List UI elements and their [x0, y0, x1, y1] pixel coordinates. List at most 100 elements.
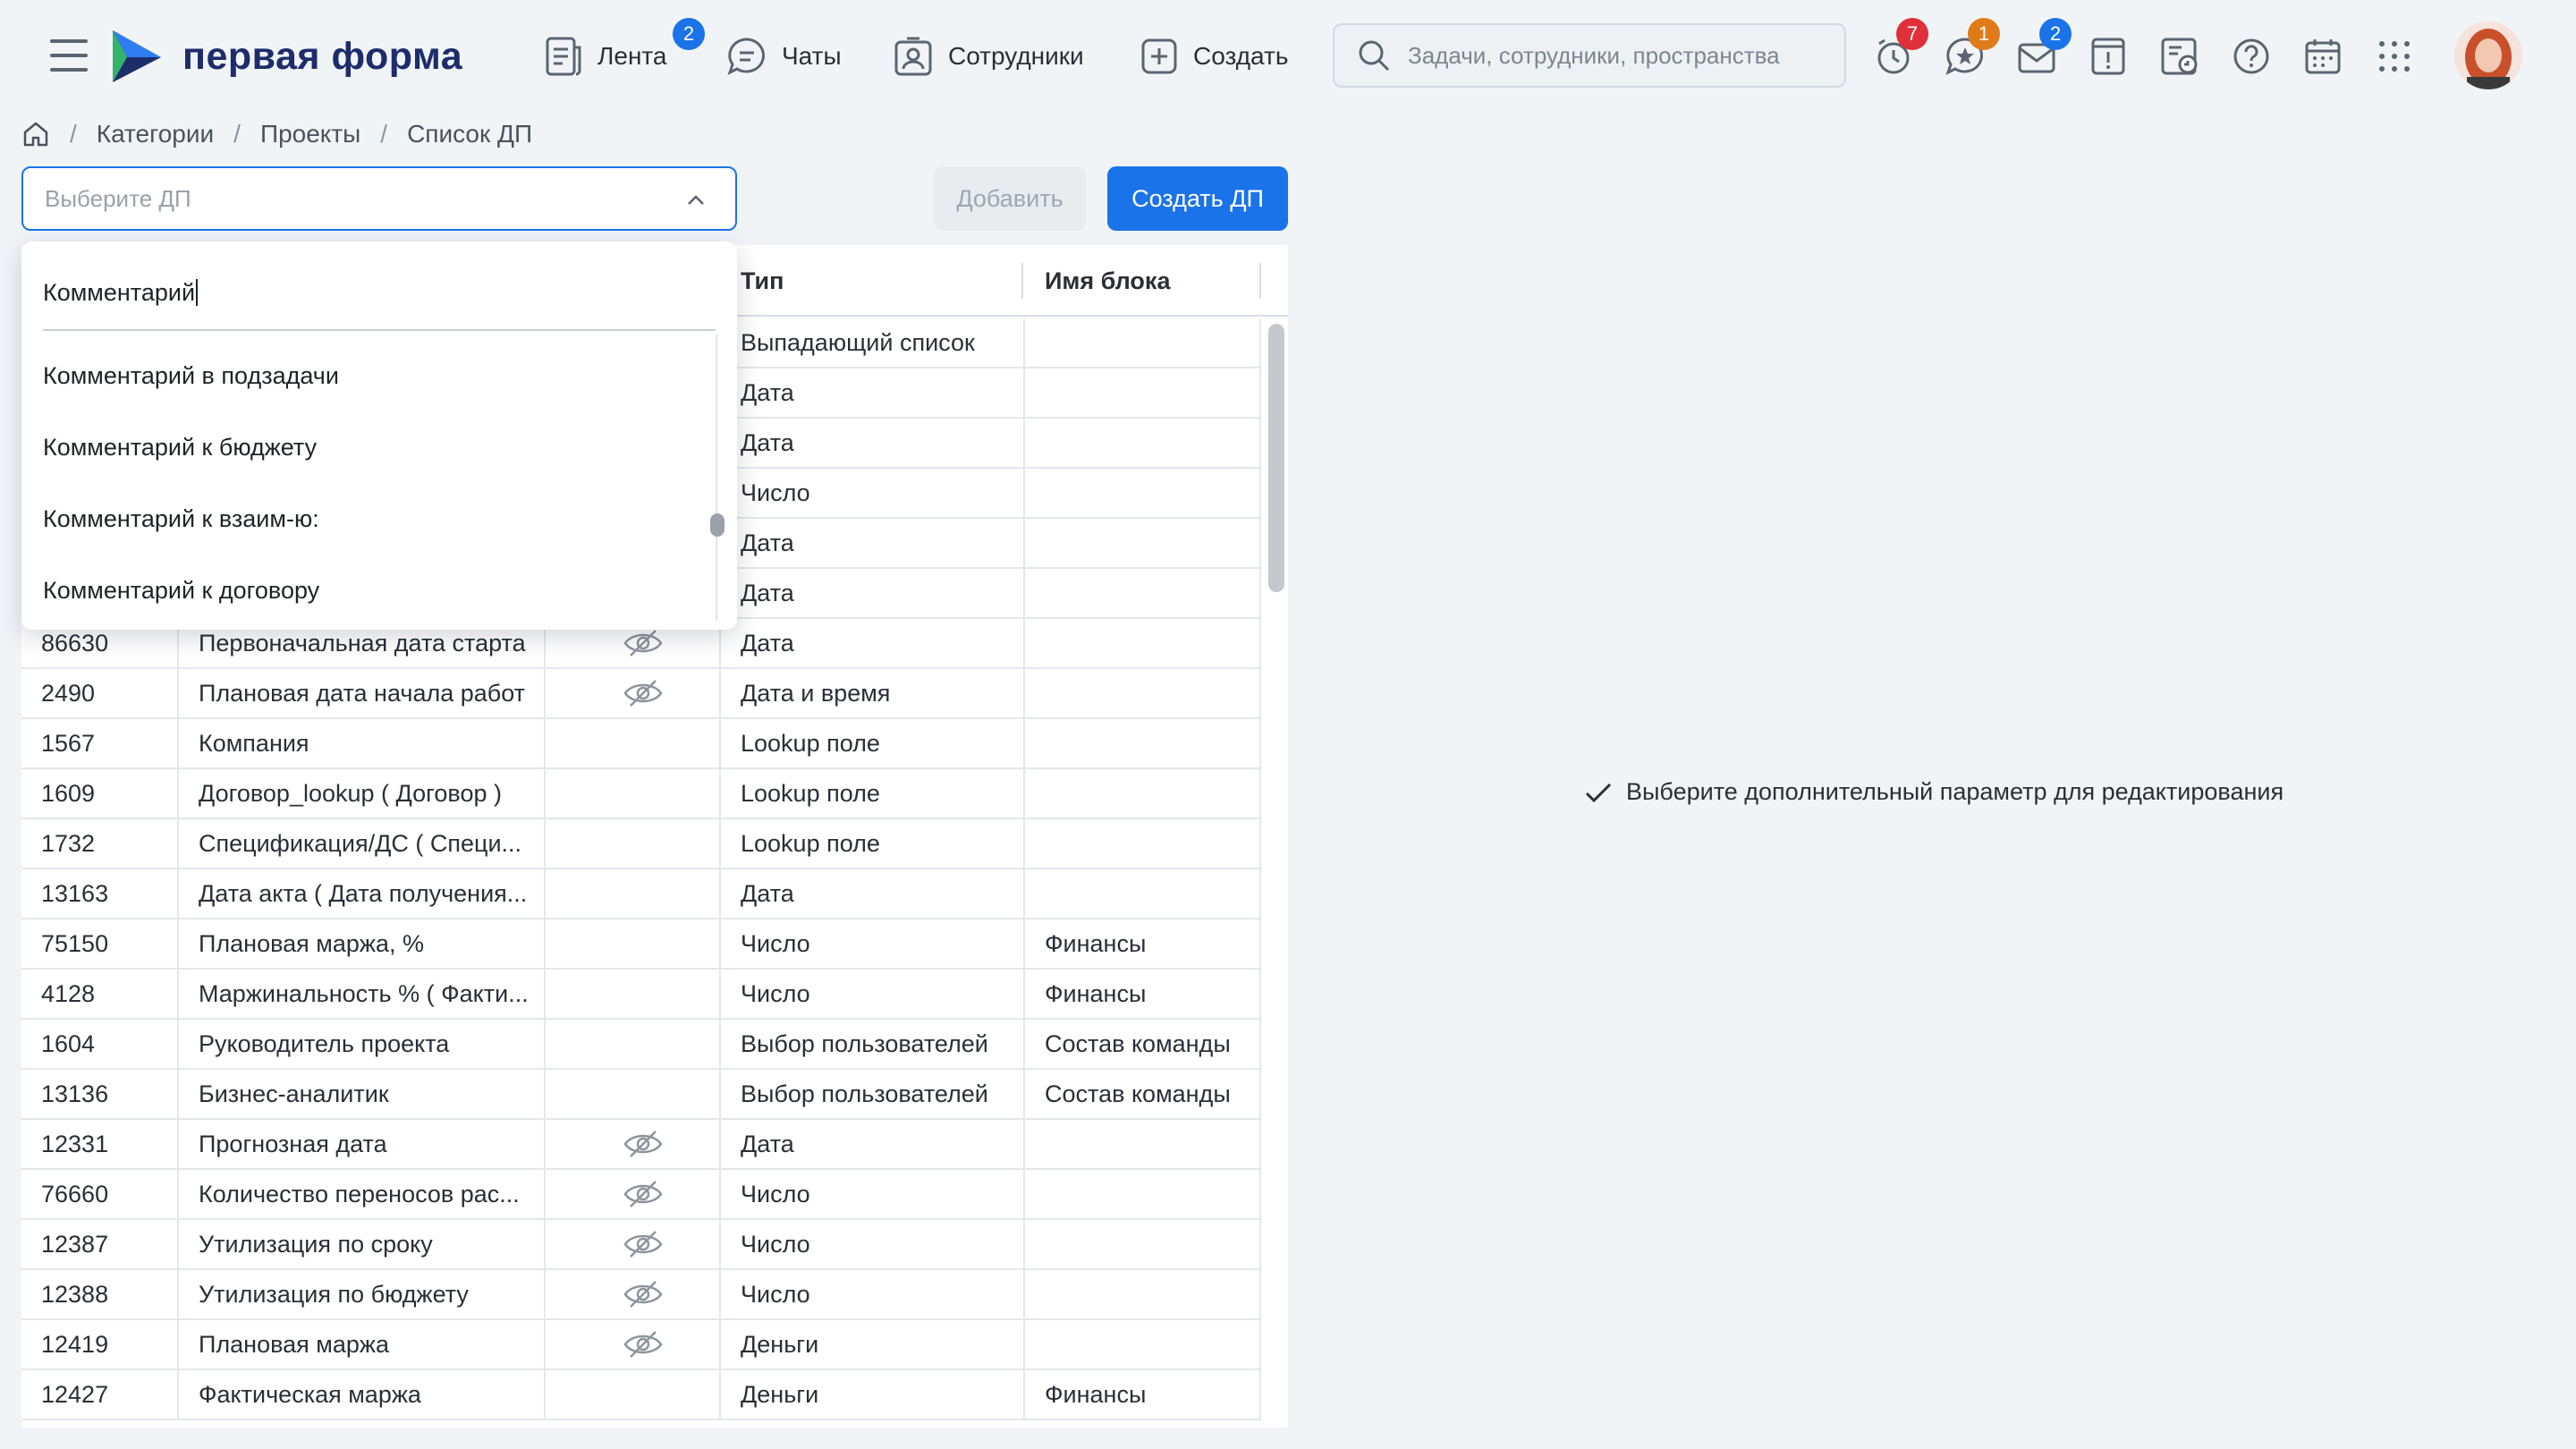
- scrollbar-thumb[interactable]: [710, 513, 724, 537]
- apps-button[interactable]: [2374, 36, 2415, 77]
- nav-chats[interactable]: Чаты: [726, 32, 842, 80]
- table-row[interactable]: 12387 Утилизация по сроку Число: [21, 1220, 1261, 1270]
- avatar-icon: [2454, 21, 2522, 89]
- mail-button[interactable]: 2: [2016, 18, 2072, 77]
- documents-button[interactable]: [2159, 36, 2200, 77]
- breadcrumb-separator: /: [233, 120, 241, 148]
- home-icon[interactable]: [21, 120, 50, 148]
- dropdown-search-input[interactable]: Комментарий: [43, 256, 716, 331]
- cell-type: Деньги: [719, 1370, 1023, 1419]
- table-row[interactable]: 1567 Компания Lookup поле: [21, 719, 1261, 769]
- table-row[interactable]: 13163 Дата акта ( Дата получения... Дата: [21, 869, 1261, 919]
- nav-create-label: Создать: [1193, 42, 1289, 70]
- cell-type: Дата: [719, 869, 1023, 918]
- top-header: первая форма Лента 2 Чаты Сотрудники Соз…: [0, 0, 2576, 111]
- documents-icon: [2161, 38, 2198, 75]
- hidden-eye-icon: [623, 680, 663, 707]
- column-header-type[interactable]: Тип: [741, 245, 784, 317]
- cell-block: Состав команды: [1023, 1020, 1261, 1068]
- reminders-button[interactable]: 7: [1873, 18, 1928, 77]
- cell-type: Дата: [719, 369, 1023, 417]
- help-button[interactable]: [2231, 36, 2272, 77]
- nav-chats-label: Чаты: [782, 42, 842, 70]
- table-row[interactable]: 2490 Плановая дата начала работ Дата и вре…: [21, 669, 1261, 719]
- nav-create[interactable]: Создать: [1140, 32, 1288, 80]
- cell-visibility: [544, 1070, 741, 1118]
- menu-icon[interactable]: [50, 39, 88, 72]
- dropdown-search-value: Комментарий: [43, 278, 196, 306]
- user-avatar[interactable]: [2454, 21, 2522, 89]
- cell-type: Дата: [719, 569, 1023, 617]
- cell-visibility: [544, 1170, 741, 1218]
- cell-type: Дата: [719, 1120, 1023, 1168]
- cell-visibility: [544, 1220, 741, 1268]
- column-header-block[interactable]: Имя блока: [1045, 245, 1170, 317]
- cell-id: 13163: [41, 879, 109, 907]
- breadcrumb-current: Список ДП: [407, 120, 533, 148]
- cell-name: Компания: [177, 719, 544, 767]
- cell-block: Состав команды: [1023, 1070, 1261, 1118]
- dp-select[interactable]: Выберите ДП: [21, 166, 737, 231]
- feed-icon: [546, 37, 581, 76]
- logo-icon: [113, 30, 161, 82]
- breadcrumb-categories[interactable]: Категории: [97, 120, 214, 148]
- cell-visibility: [544, 869, 741, 918]
- cell-id: 1609: [41, 779, 96, 807]
- nav-feed[interactable]: Лента 2: [544, 18, 705, 80]
- table-row[interactable]: 76660 Количество переносов рас... Число: [21, 1170, 1261, 1220]
- cell-id: 2490: [41, 679, 96, 707]
- cell-block: [1023, 1170, 1261, 1218]
- search-input[interactable]: [1408, 41, 1837, 70]
- table-row[interactable]: 12388 Утилизация по бюджету Число: [21, 1270, 1261, 1320]
- hidden-eye-icon: [623, 1331, 663, 1358]
- cell-type: Деньги: [719, 1320, 1023, 1368]
- dropdown-scrollbar[interactable]: [710, 335, 724, 621]
- cell-block: [1023, 318, 1261, 367]
- feed-badge: 2: [673, 18, 705, 50]
- table-row[interactable]: 1604 Руководитель проекта Выбор пользовате…: [21, 1020, 1261, 1070]
- cell-block: [1023, 819, 1261, 868]
- favorites-button[interactable]: 1: [1945, 18, 2000, 77]
- dropdown-option[interactable]: Комментарий к договору: [21, 555, 701, 626]
- table-row[interactable]: 12331 Прогнозная дата Дата: [21, 1120, 1261, 1170]
- app-logo[interactable]: первая форма: [109, 27, 462, 86]
- table-row[interactable]: 1609 Договор_lookup ( Договор ) Lookup пол…: [21, 769, 1261, 819]
- table-row[interactable]: 12427 Фактическая маржа Деньги Финансы: [21, 1370, 1261, 1420]
- table-row[interactable]: 13136 Бизнес-аналитик Выбор пользователей С…: [21, 1070, 1261, 1120]
- favorites-badge: 1: [1968, 18, 2000, 50]
- cell-name: Количество переносов рас...: [177, 1170, 544, 1218]
- cell-type: Lookup поле: [719, 769, 1023, 818]
- cell-type: Число: [719, 1170, 1023, 1218]
- cell-block: [1023, 719, 1261, 767]
- cell-type: Дата и время: [719, 669, 1023, 717]
- calendar-button[interactable]: [2302, 36, 2343, 77]
- create-dp-button[interactable]: Создать ДП: [1107, 166, 1288, 231]
- cell-visibility: [544, 669, 741, 717]
- nav-employees[interactable]: Сотрудники: [893, 32, 1084, 80]
- cell-id: 12387: [41, 1230, 109, 1258]
- table-row[interactable]: 75150 Плановая маржа, % Число Финансы: [21, 919, 1261, 970]
- add-button[interactable]: Добавить: [934, 166, 1086, 231]
- global-search[interactable]: [1333, 23, 1846, 88]
- column-divider[interactable]: [1021, 263, 1023, 299]
- breadcrumb-projects[interactable]: Проекты: [260, 120, 360, 148]
- notice-button[interactable]: [2088, 36, 2129, 77]
- dropdown-option[interactable]: Комментарий в подзадачи: [21, 340, 701, 411]
- notice-icon: [2091, 38, 2125, 75]
- column-divider[interactable]: [1259, 263, 1261, 299]
- cell-id: 4128: [41, 979, 96, 1007]
- cell-name: Бизнес-аналитик: [177, 1070, 544, 1118]
- cell-id: 12427: [41, 1380, 109, 1408]
- cell-block: [1023, 419, 1261, 467]
- table-scrollbar[interactable]: [1268, 324, 1284, 592]
- dropdown-options: Комментарий в подзадачи Комментарий к бю…: [21, 340, 701, 626]
- dropdown-option[interactable]: Комментарий к бюджету: [21, 411, 701, 483]
- cell-type: Число: [719, 469, 1023, 517]
- dropdown-option[interactable]: Комментарий к взаим-ю:: [21, 483, 701, 555]
- table-row[interactable]: 12419 Плановая маржа Деньги: [21, 1320, 1261, 1370]
- cell-type: Число: [719, 919, 1023, 968]
- calendar-icon: [2305, 39, 2341, 74]
- cell-visibility: [544, 919, 741, 968]
- table-row[interactable]: 4128 Маржинальность % ( Факти... Число Фина…: [21, 970, 1261, 1020]
- table-row[interactable]: 1732 Спецификация/ДС ( Специ... Lookup пол…: [21, 819, 1261, 869]
